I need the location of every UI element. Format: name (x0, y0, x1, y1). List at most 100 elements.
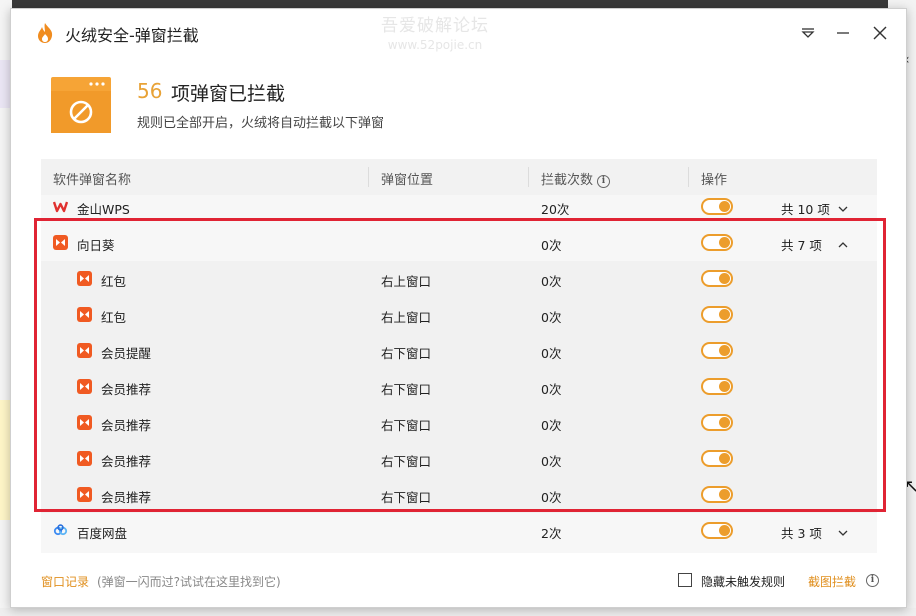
header-divider (368, 167, 369, 187)
watermark-line1: 吾爱破解论坛 (381, 16, 489, 36)
popup-blocked-icon (51, 77, 111, 133)
title-bar: 火绒安全-弹窗拦截 吾爱破解论坛 www.52pojie.cn (11, 9, 906, 57)
header-action: 操作 (701, 173, 728, 188)
rule-name: 红包 (101, 310, 127, 325)
sunflower-icon (53, 235, 68, 250)
watermark-line2: www.52pojie.cn (387, 38, 483, 52)
toggle-knob (719, 237, 730, 248)
table-group-row[interactable]: 百度网盘 2次 共 3 项 (41, 513, 877, 549)
blocked-count: 56 (137, 79, 163, 103)
huorong-logo-icon (38, 23, 53, 43)
rule-toggle[interactable] (701, 198, 733, 215)
popup-position: 右下窗口 (381, 382, 432, 397)
watermark: 吾爱破解论坛 www.52pojie.cn (381, 11, 489, 52)
rule-name: 金山WPS (77, 202, 130, 217)
table-row[interactable]: 会员推荐 右下窗口 0次 (41, 405, 877, 441)
sunflower-icon (77, 379, 92, 394)
block-count: 0次 (541, 274, 562, 289)
header-count-label: 拦截次数 (541, 173, 594, 188)
popup-position: 右上窗口 (381, 274, 432, 289)
block-count: 0次 (541, 418, 562, 433)
wps-icon (52, 199, 69, 214)
toggle-knob (719, 309, 730, 320)
toggle-knob (719, 345, 730, 356)
baidu-netdisk-icon (53, 523, 68, 538)
desktop-fragment (0, 60, 10, 108)
popup-position: 右下窗口 (381, 346, 432, 361)
rule-name: 百度网盘 (77, 526, 128, 541)
rule-toggle[interactable] (701, 270, 733, 287)
rule-name: 会员提醒 (101, 346, 152, 361)
table-row[interactable]: 会员推荐 右下窗口 0次 (41, 441, 877, 477)
history-hint: (弹窗一闪而过?试试在这里找到它) (97, 575, 281, 589)
block-count: 0次 (541, 310, 562, 325)
hide-untriggered-label[interactable]: 隐藏未触发规则 (701, 573, 785, 590)
table-group-row[interactable]: 向日葵 0次 共 7 项 (41, 225, 877, 261)
block-count: 0次 (541, 490, 562, 505)
rule-name: 向日葵 (77, 238, 115, 253)
screenshot-block-link[interactable]: 截图拦截 (808, 573, 856, 590)
info-icon[interactable]: i (866, 574, 879, 587)
page-subtitle: 规则已全部开启，火绒将自动拦截以下弹窗 (137, 116, 385, 131)
sunflower-icon (77, 487, 92, 502)
chevron-up-icon[interactable] (837, 236, 851, 250)
rule-name: 会员推荐 (101, 418, 152, 433)
rule-toggle[interactable] (701, 522, 733, 539)
rule-toggle[interactable] (701, 342, 733, 359)
menu-button[interactable] (796, 21, 820, 45)
item-total: 共 7 项 (781, 238, 822, 253)
minimize-button[interactable] (831, 21, 855, 45)
hide-untriggered-checkbox[interactable] (678, 573, 692, 587)
popup-position: 右下窗口 (381, 490, 432, 505)
block-count: 20次 (541, 202, 570, 217)
rule-name: 会员推荐 (101, 490, 152, 505)
popup-blocker-window: 火绒安全-弹窗拦截 吾爱破解论坛 www.52pojie.cn 56 项弹窗已拦… (10, 8, 907, 608)
sunflower-icon (77, 415, 92, 430)
desktop-fragment (0, 400, 10, 520)
header-name: 软件弹窗名称 (53, 173, 132, 188)
block-count: 0次 (541, 346, 562, 361)
info-icon[interactable]: i (597, 175, 611, 188)
block-count: 0次 (541, 382, 562, 397)
toggle-knob (719, 201, 730, 212)
table-row[interactable]: 会员推荐 右下窗口 0次 (41, 369, 877, 405)
rules-table-body[interactable]: 金山WPS 20次共 10 项向日葵 0次共 7 项红包 右上窗口 0次 红包 右上窗口 0次… (41, 159, 877, 553)
popup-position: 右下窗口 (381, 418, 432, 433)
block-count: 0次 (541, 454, 562, 469)
toggle-knob (719, 525, 730, 536)
table-row[interactable]: 会员推荐 右下窗口 0次 (41, 477, 877, 513)
header-divider (688, 167, 689, 187)
toggle-knob (719, 381, 730, 392)
table-row[interactable]: 红包 右上窗口 0次 (41, 297, 877, 333)
footer: 窗口记录 (弹窗一闪而过?试试在这里找到它) 隐藏未触发规则 截图拦截 i (11, 565, 906, 605)
chevron-down-icon[interactable] (837, 524, 851, 538)
toggle-knob (719, 453, 730, 464)
header-count: 拦截次数 i (541, 169, 611, 188)
close-icon (873, 26, 887, 40)
rule-toggle[interactable] (701, 306, 733, 323)
sunflower-icon (77, 307, 92, 322)
rule-name: 会员推荐 (101, 454, 152, 469)
popup-position: 右下窗口 (381, 454, 432, 469)
rule-toggle[interactable] (701, 450, 733, 467)
popup-position: 右上窗口 (381, 310, 432, 325)
rules-table: 金山WPS 20次共 10 项向日葵 0次共 7 项红包 右上窗口 0次 红包 右上窗口 0次… (41, 159, 877, 553)
rule-toggle[interactable] (701, 378, 733, 395)
minimize-icon (837, 32, 849, 34)
rule-toggle[interactable] (701, 234, 733, 251)
close-button[interactable] (868, 21, 892, 45)
window-history-link[interactable]: 窗口记录 (41, 573, 89, 590)
table-row[interactable]: 红包 右上窗口 0次 (41, 261, 877, 297)
page-title: 项弹窗已拦截 (171, 83, 286, 105)
toggle-knob (719, 417, 730, 428)
chevron-down-icon[interactable] (837, 200, 851, 214)
rule-toggle[interactable] (701, 486, 733, 503)
table-row[interactable]: 会员提醒 右下窗口 0次 (41, 333, 877, 369)
rule-name: 红包 (101, 274, 127, 289)
rule-toggle[interactable] (701, 414, 733, 431)
table-group-row[interactable] (41, 549, 877, 553)
dropdown-menu-icon (801, 28, 815, 38)
item-total: 共 3 项 (781, 526, 822, 541)
window-title: 火绒安全-弹窗拦截 (65, 26, 199, 45)
block-count: 0次 (541, 238, 562, 253)
